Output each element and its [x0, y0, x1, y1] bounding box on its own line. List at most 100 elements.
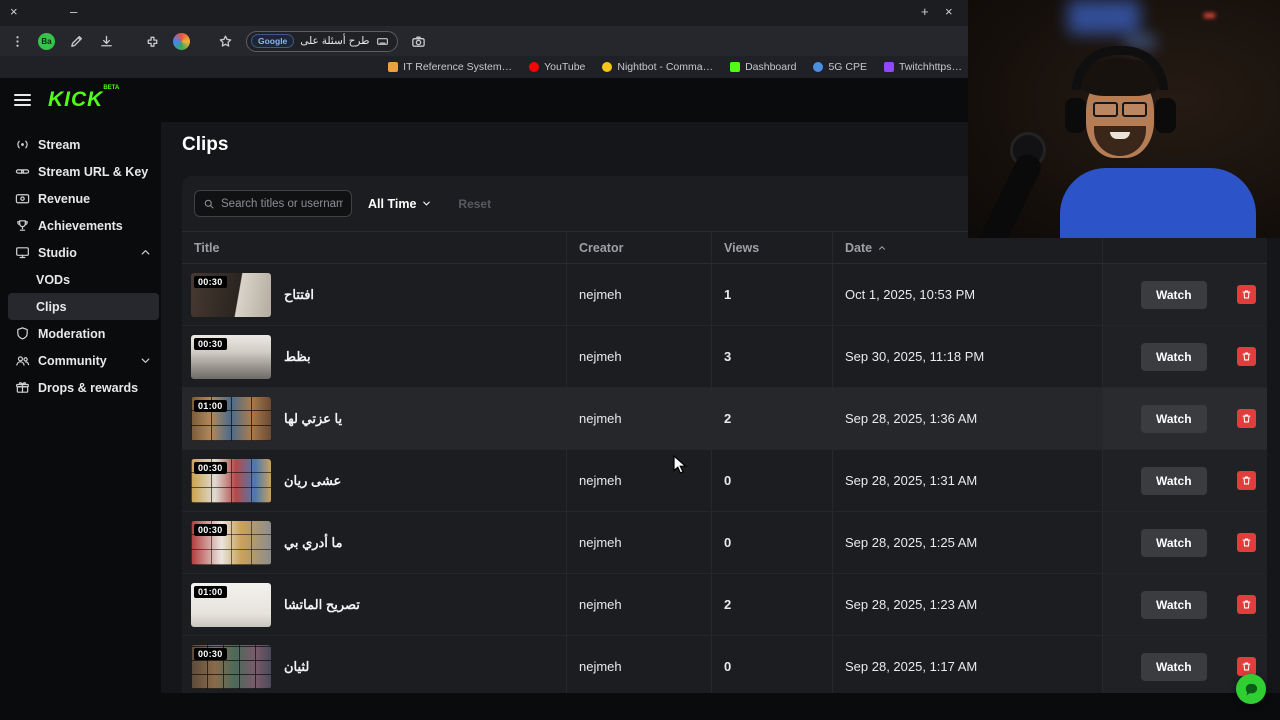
- table-row: 00:30 عشى ريان nejmeh 0 Sep 28, 2025, 1:…: [182, 450, 1267, 512]
- clip-thumbnail[interactable]: 00:30: [191, 458, 271, 503]
- sidebar-item-revenue[interactable]: Revenue: [0, 185, 161, 212]
- clip-thumbnail[interactable]: 01:00: [191, 582, 271, 627]
- new-tab-icon[interactable]: +: [921, 4, 929, 19]
- clip-thumbnail[interactable]: 00:30: [191, 272, 271, 317]
- clip-date: Oct 1, 2025, 10:53 PM: [832, 264, 1102, 325]
- clip-title: تصريح الماتشا: [284, 596, 360, 612]
- sidebar-item-vods[interactable]: VODs: [0, 266, 161, 293]
- search-engine-chip: Google: [251, 34, 295, 48]
- clip-creator: nejmeh: [566, 512, 711, 573]
- sidebar-item-studio[interactable]: Studio: [0, 239, 161, 266]
- community-people-icon: [16, 356, 30, 366]
- webcam-person-torso: [1060, 168, 1256, 238]
- watch-button[interactable]: Watch: [1141, 280, 1207, 309]
- sidebar-item-label: Achievements: [38, 218, 123, 233]
- watch-button[interactable]: Watch: [1141, 590, 1207, 619]
- bookmark-favicon: [730, 62, 741, 72]
- clip-date: Sep 28, 2025, 1:25 AM: [832, 512, 1102, 573]
- link-icon: [15, 169, 30, 174]
- menu-dots-icon[interactable]: [8, 32, 26, 50]
- clip-title: افتتاح: [284, 286, 315, 302]
- trash-icon: [1242, 352, 1251, 361]
- sidebar-item-clips[interactable]: Clips: [8, 293, 159, 320]
- watch-button[interactable]: Watch: [1141, 404, 1207, 433]
- clip-thumbnail[interactable]: 00:30: [191, 334, 271, 379]
- bookmark-it-reference[interactable]: IT Reference System…: [388, 61, 512, 73]
- watch-button[interactable]: Watch: [1141, 652, 1207, 681]
- sidebar-item-drops-rewards[interactable]: Drops & rewards: [0, 374, 161, 401]
- bookmark-youtube[interactable]: YouTube: [529, 61, 585, 73]
- sidebar-item-achievements[interactable]: Achievements: [0, 212, 161, 239]
- page-title: Clips: [182, 134, 229, 155]
- shield-icon: [17, 327, 28, 340]
- address-bar[interactable]: Google طرح أسئلة على: [246, 30, 398, 52]
- bookmark-favicon: [388, 62, 399, 72]
- delete-button[interactable]: [1237, 409, 1256, 428]
- delete-button[interactable]: [1237, 595, 1256, 614]
- chevron-down-icon: [141, 358, 150, 363]
- sidebar-item-community[interactable]: Community: [0, 347, 161, 374]
- delete-button[interactable]: [1237, 347, 1256, 366]
- search-icon: [204, 199, 214, 208]
- search-box[interactable]: [194, 190, 352, 217]
- clip-thumbnail[interactable]: 01:00: [191, 396, 271, 441]
- bookmark-label: IT Reference System…: [403, 61, 513, 73]
- hamburger-menu-icon[interactable]: [14, 94, 31, 106]
- duration-badge: 00:30: [194, 647, 227, 660]
- trash-icon: [1242, 290, 1251, 299]
- sidebar-item-moderation[interactable]: Moderation: [0, 320, 161, 347]
- bookmark-label: Dashboard: [745, 61, 797, 73]
- bookmark-twitch[interactable]: Twitchhttps…: [883, 61, 962, 73]
- clip-date: Sep 28, 2025, 1:36 AM: [832, 388, 1102, 449]
- clip-thumbnail[interactable]: 00:30: [191, 520, 271, 565]
- support-chat-bubble[interactable]: [1236, 674, 1266, 704]
- kick-logo[interactable]: KICKBETA: [48, 85, 120, 112]
- sidebar-item-stream[interactable]: Stream: [0, 131, 161, 158]
- sidebar-item-label: Community: [38, 353, 107, 368]
- watch-button[interactable]: Watch: [1141, 466, 1207, 495]
- account-avatar-badge[interactable]: Ba: [38, 32, 55, 50]
- chevron-up-icon: [141, 250, 150, 255]
- chat-bubble-icon: [1245, 683, 1257, 695]
- bookmark-label: 5G CPE: [828, 61, 867, 73]
- trash-icon: [1242, 414, 1251, 423]
- bookmark-5g-cpe[interactable]: 5G CPE: [813, 61, 867, 73]
- header-creator: Creator: [566, 232, 711, 263]
- trophy-icon: [17, 220, 28, 231]
- duration-badge: 00:30: [194, 275, 227, 288]
- reset-button[interactable]: Reset: [458, 197, 491, 211]
- clip-title: ما أدري بي: [284, 534, 343, 550]
- window-minimize-icon[interactable]: –: [70, 4, 77, 19]
- delete-button[interactable]: [1237, 471, 1256, 490]
- screenshot-camera-icon[interactable]: [410, 32, 428, 50]
- keyboard-icon[interactable]: [376, 35, 389, 48]
- clip-views: 2: [711, 574, 832, 635]
- profile-avatar[interactable]: [173, 32, 190, 50]
- window-close-icon[interactable]: ×: [10, 4, 18, 19]
- clip-date: Sep 30, 2025, 11:18 PM: [832, 326, 1102, 387]
- delete-button[interactable]: [1237, 533, 1256, 552]
- bookmark-star-icon[interactable]: [216, 32, 234, 50]
- extensions-puzzle-icon[interactable]: [143, 32, 161, 50]
- tab-close-icon[interactable]: ×: [945, 4, 953, 19]
- bookmark-nightbot[interactable]: Nightbot - Comma…: [602, 61, 713, 73]
- search-input[interactable]: [221, 197, 343, 210]
- webcam-glasses: [1093, 102, 1118, 117]
- clip-thumbnail[interactable]: 00:30: [191, 644, 271, 689]
- address-bar-query: طرح أسئلة على: [300, 35, 370, 47]
- clip-creator: nejmeh: [566, 450, 711, 511]
- bookmark-dashboard[interactable]: Dashboard: [730, 61, 796, 73]
- time-filter-dropdown[interactable]: All Time: [368, 197, 432, 211]
- delete-button[interactable]: [1237, 285, 1256, 304]
- kick-logo-text: KICK: [48, 88, 104, 111]
- watch-button[interactable]: Watch: [1141, 528, 1207, 557]
- watch-button[interactable]: Watch: [1141, 342, 1207, 371]
- sidebar-item-stream-url-key[interactable]: Stream URL & Key: [0, 158, 161, 185]
- compose-pen-icon[interactable]: [67, 32, 85, 50]
- trash-icon: [1242, 476, 1251, 485]
- clip-creator: nejmeh: [566, 264, 711, 325]
- studio-monitor-icon: [16, 247, 29, 259]
- delete-button[interactable]: [1237, 657, 1256, 676]
- beta-badge: BETA: [103, 85, 120, 91]
- download-icon[interactable]: [97, 32, 115, 50]
